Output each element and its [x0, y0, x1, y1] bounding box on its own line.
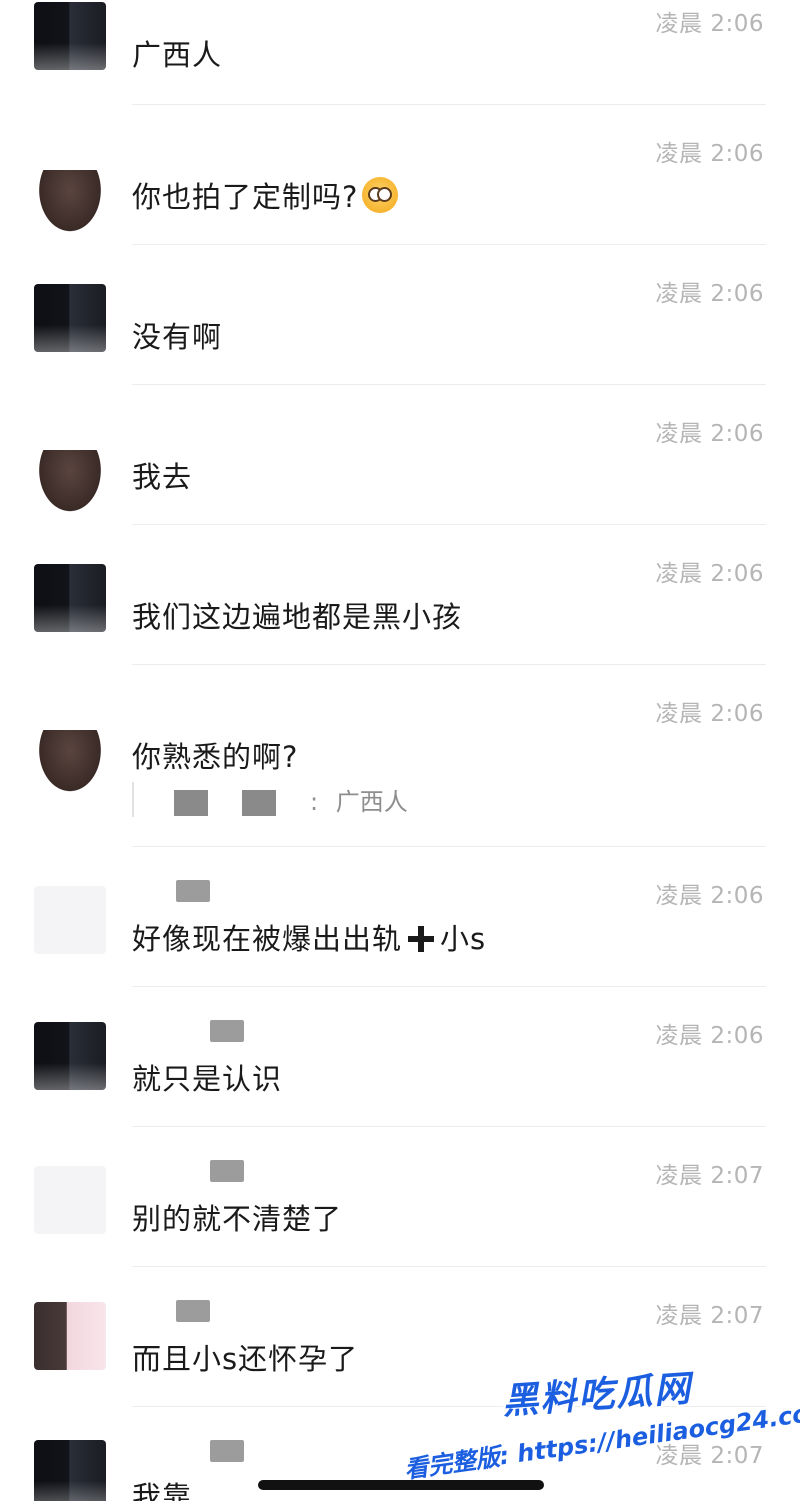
quoted-sender-blur — [174, 790, 208, 816]
sender-name-blur — [210, 1440, 244, 1462]
sender-name-blur — [176, 880, 210, 902]
chat-message[interactable]: 凌晨 2:06 没有啊 — [0, 244, 800, 384]
chat-message-list[interactable]: 凌晨 2:06 广西人 凌晨 2:06 你也拍了定制吗? 凌晨 2:06 没有啊… — [0, 0, 800, 1501]
chat-message[interactable]: 凌晨 2:06 你也拍了定制吗? — [0, 104, 800, 244]
quoted-text: 广西人 — [335, 788, 408, 816]
message-time: 凌晨 2:07 — [655, 1163, 764, 1189]
quoted-message[interactable]: : 广西人 — [132, 782, 408, 817]
avatar[interactable] — [34, 2, 106, 70]
message-text: 我们这边遍地都是黑小孩 — [132, 600, 463, 634]
message-time: 凌晨 2:06 — [655, 561, 764, 587]
message-time: 凌晨 2:06 — [655, 421, 764, 447]
avatar[interactable] — [34, 284, 106, 352]
flushed-face-icon — [362, 177, 399, 213]
chat-message[interactable]: 凌晨 2:06 广西人 — [0, 0, 800, 104]
message-text: 好像现在被爆出出轨 小s — [132, 916, 486, 958]
sender-name-blur — [176, 1300, 210, 1322]
avatar[interactable] — [34, 564, 106, 632]
message-text: 就只是认识 — [132, 1062, 283, 1096]
sender-name-blur — [210, 1160, 244, 1182]
message-text: 没有啊 — [132, 320, 223, 354]
chat-message[interactable]: 凌晨 2:06 好像现在被爆出出轨 小s — [0, 846, 800, 986]
message-time: 凌晨 2:06 — [655, 281, 764, 307]
avatar[interactable] — [34, 450, 106, 518]
avatar[interactable] — [34, 170, 106, 238]
message-time: 凌晨 2:06 — [655, 883, 764, 909]
avatar[interactable] — [34, 1022, 106, 1090]
heavy-plus-icon — [408, 926, 435, 952]
message-text-part: 好像现在被爆出出轨 — [132, 922, 403, 956]
message-time: 凌晨 2:06 — [655, 1023, 764, 1049]
chat-message[interactable]: 凌晨 2:06 我们这边遍地都是黑小孩 — [0, 524, 800, 664]
home-indicator[interactable] — [258, 1480, 544, 1490]
message-text: 广西人 — [132, 38, 223, 72]
avatar[interactable] — [34, 1440, 106, 1501]
chat-message[interactable]: 凌晨 2:06 就只是认识 — [0, 986, 800, 1126]
message-text: 而且小s还怀孕了 — [132, 1342, 359, 1376]
message-text: 我靠 — [132, 1480, 193, 1501]
sender-name-blur — [210, 1020, 244, 1042]
message-text: 你也拍了定制吗? — [132, 174, 399, 216]
chat-message[interactable]: 凌晨 2:06 我去 — [0, 384, 800, 524]
message-text-part: 小s — [440, 922, 487, 956]
message-time: 凌晨 2:06 — [655, 11, 764, 37]
message-time: 凌晨 2:06 — [655, 141, 764, 167]
avatar[interactable] — [34, 1166, 106, 1234]
message-text: 别的就不清楚了 — [132, 1202, 343, 1236]
message-text: 你熟悉的啊? — [132, 740, 299, 774]
message-time: 凌晨 2:06 — [655, 701, 764, 727]
message-time: 凌晨 2:07 — [655, 1303, 764, 1329]
chat-message[interactable]: 凌晨 2:06 你熟悉的啊? : 广西人 — [0, 664, 800, 848]
quote-separator: : — [310, 788, 319, 816]
quoted-sender-blur — [242, 790, 276, 816]
message-text: 我去 — [132, 460, 193, 494]
message-text-content: 你也拍了定制吗? — [132, 180, 359, 214]
avatar[interactable] — [34, 886, 106, 954]
avatar[interactable] — [34, 730, 106, 798]
chat-message[interactable]: 凌晨 2:07 别的就不清楚了 — [0, 1126, 800, 1266]
avatar[interactable] — [34, 1302, 106, 1370]
